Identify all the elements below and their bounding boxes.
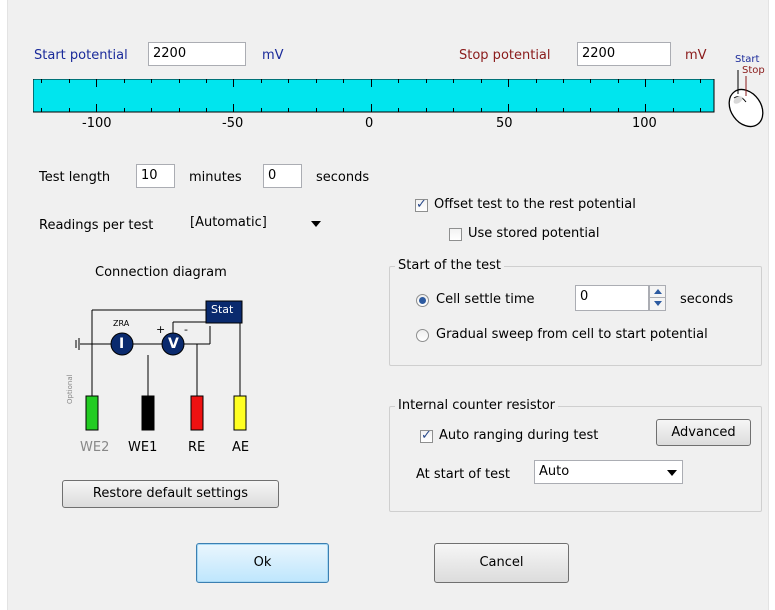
offset-rest-potential-label: Offset test to the rest potential bbox=[434, 197, 636, 212]
gradual-sweep-label: Gradual sweep from cell to start potenti… bbox=[436, 327, 708, 342]
voltmeter-label: V bbox=[168, 336, 179, 352]
gradual-sweep-radio[interactable] bbox=[416, 329, 429, 342]
minus-sign: - bbox=[184, 323, 188, 336]
auto-ranging-checkbox[interactable] bbox=[420, 428, 433, 443]
stat-label: Stat bbox=[211, 303, 234, 316]
scale-label-minus-100: -100 bbox=[82, 116, 112, 131]
optional-label: Optional bbox=[66, 374, 74, 404]
settle-time-unit: seconds bbox=[680, 292, 734, 307]
at-start-of-test-value: Auto bbox=[539, 464, 570, 479]
spinner-up-icon[interactable] bbox=[654, 289, 662, 294]
use-stored-potential-label: Use stored potential bbox=[468, 226, 600, 241]
start-potential-unit: mV bbox=[262, 48, 284, 63]
offset-rest-potential-checkbox[interactable] bbox=[415, 197, 428, 212]
start-of-test-title: Start of the test bbox=[395, 258, 504, 273]
scale-label-0: 0 bbox=[365, 116, 374, 131]
potential-scale-bar[interactable] bbox=[33, 79, 715, 115]
auto-ranging-label: Auto ranging during test bbox=[439, 428, 599, 443]
readings-per-test-label: Readings per test bbox=[39, 218, 154, 233]
cell-settle-time-input[interactable]: 0 bbox=[575, 285, 649, 311]
cell-settle-time-label: Cell settle time bbox=[436, 292, 535, 307]
start-potential-input[interactable]: 2200 bbox=[148, 42, 246, 66]
internal-counter-resistor-title: Internal counter resistor bbox=[395, 398, 558, 413]
scale-label-50: 50 bbox=[496, 116, 513, 131]
connection-diagram bbox=[75, 300, 247, 431]
ok-button[interactable]: Ok bbox=[196, 543, 329, 583]
zra-label: ZRA bbox=[113, 319, 130, 328]
stop-potential-label: Stop potential bbox=[459, 48, 551, 63]
cancel-button[interactable]: Cancel bbox=[434, 543, 569, 583]
test-length-minutes-input[interactable]: 10 bbox=[136, 164, 175, 188]
stop-potential-input[interactable]: 2200 bbox=[577, 42, 671, 66]
ammeter-label: I bbox=[119, 336, 125, 352]
at-start-of-test-label: At start of test bbox=[416, 467, 510, 482]
use-stored-potential-checkbox[interactable] bbox=[449, 228, 462, 241]
seconds-label: seconds bbox=[316, 170, 370, 185]
window-frame-right bbox=[768, 0, 775, 610]
readings-per-test-select[interactable]: [Automatic] bbox=[185, 211, 327, 235]
start-of-test-group bbox=[389, 266, 762, 366]
scale-label-100: 100 bbox=[632, 116, 657, 131]
cell-settle-time-radio[interactable] bbox=[416, 294, 429, 307]
scale-label-minus-50: -50 bbox=[222, 116, 244, 131]
electrode-label-we1: WE1 bbox=[128, 440, 158, 455]
chevron-down-icon bbox=[311, 221, 321, 227]
stop-potential-unit: mV bbox=[685, 48, 707, 63]
electrode-label-we2: WE2 bbox=[80, 440, 110, 455]
restore-default-settings-button[interactable]: Restore default settings bbox=[62, 480, 279, 508]
mouse-stop-label: Stop bbox=[742, 65, 765, 76]
spinner-down-icon[interactable] bbox=[654, 301, 662, 306]
readings-per-test-value: [Automatic] bbox=[190, 215, 267, 230]
start-potential-label: Start potential bbox=[34, 48, 128, 63]
connection-diagram-title: Connection diagram bbox=[95, 265, 227, 280]
test-length-seconds-input[interactable]: 0 bbox=[263, 164, 302, 188]
window-frame-left bbox=[0, 0, 8, 610]
spinner-divider bbox=[650, 297, 665, 298]
electrode-label-re: RE bbox=[188, 440, 206, 455]
settings-dialog: Start potential 2200 mV Stop potential 2… bbox=[0, 0, 775, 610]
test-length-label: Test length bbox=[39, 170, 111, 185]
at-start-of-test-select[interactable]: Auto bbox=[534, 460, 683, 484]
advanced-button[interactable]: Advanced bbox=[656, 419, 751, 446]
chevron-down-icon bbox=[667, 470, 677, 476]
plus-sign: + bbox=[156, 323, 166, 336]
electrode-label-ae: AE bbox=[232, 440, 250, 455]
minutes-label: minutes bbox=[189, 170, 242, 185]
settle-time-spinner[interactable] bbox=[649, 285, 666, 311]
